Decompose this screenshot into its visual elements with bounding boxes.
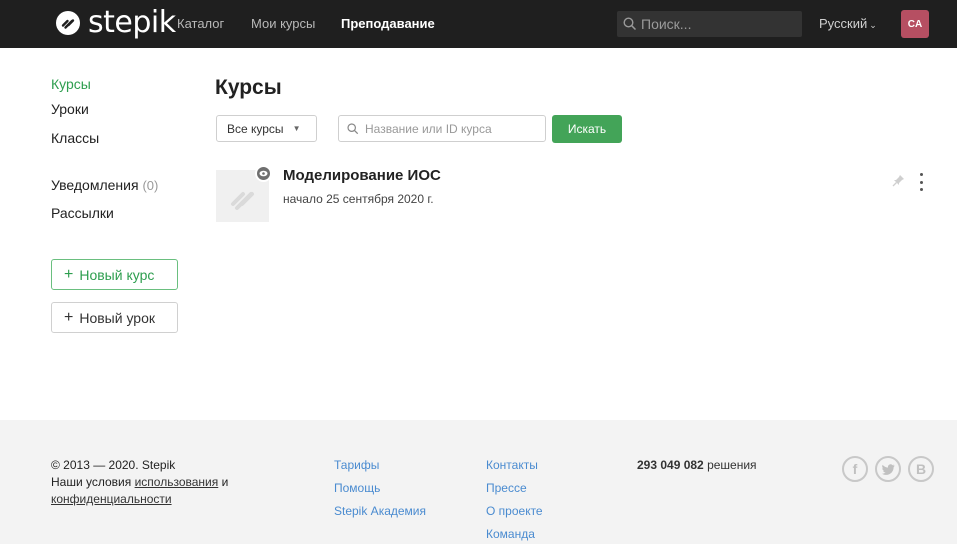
sidebar-item-mailings[interactable]: Рассылки [51, 205, 114, 221]
footer-link-pricing[interactable]: Тарифы [334, 458, 379, 472]
language-label: Русский [819, 16, 868, 31]
nav-teaching[interactable]: Преподавание [341, 16, 435, 31]
footer-link-press[interactable]: Прессе [486, 481, 527, 495]
caret-down-icon: ▼ [292, 124, 301, 133]
copyright-text: © 2013 — 2020. Stepik [51, 458, 176, 472]
top-navbar: stepik Каталог Мои курсы Преподавание По… [0, 0, 957, 48]
sidebar-item-lessons[interactable]: Уроки [51, 101, 89, 117]
course-search-input[interactable]: Название или ID курса [338, 115, 546, 142]
sidebar-item-notifications[interactable]: Уведомления (0) [51, 177, 158, 193]
filter-value: Все курсы [227, 121, 284, 136]
vk-icon[interactable]: B [908, 456, 934, 482]
stepik-logo[interactable]: stepik [55, 5, 176, 40]
facebook-icon[interactable]: f [842, 456, 868, 482]
plus-icon: + [64, 265, 74, 283]
terms-prefix: Наши условия [51, 475, 135, 489]
page-title: Курсы [215, 76, 282, 99]
solutions-label: решения [703, 458, 757, 472]
nav-my-courses[interactable]: Мои курсы [251, 16, 315, 31]
language-selector[interactable]: Русский ⌄ [819, 16, 877, 31]
search-button[interactable]: Искать [552, 115, 622, 143]
privacy-link[interactable]: конфиденциальности [51, 492, 172, 506]
logo-text: stepik [88, 5, 176, 40]
solutions-number: 293 049 082 [637, 458, 704, 472]
notifications-count: (0) [142, 178, 159, 193]
more-options-icon[interactable] [918, 173, 924, 191]
search-icon [347, 122, 359, 134]
course-search-placeholder: Название или ID курса [365, 121, 492, 136]
search-icon [623, 17, 637, 31]
eye-icon [255, 165, 272, 182]
global-search-input[interactable]: Поиск... [617, 11, 802, 37]
chevron-down-icon: ⌄ [869, 20, 877, 30]
nav-catalog[interactable]: Каталог [177, 16, 224, 31]
footer-link-team[interactable]: Команда [486, 527, 535, 541]
notifications-label: Уведомления [51, 177, 139, 193]
footer-link-about[interactable]: О проекте [486, 504, 543, 518]
course-title[interactable]: Моделирование ИОС [283, 167, 441, 184]
new-course-label: Новый курс [79, 266, 155, 283]
new-course-button[interactable]: + Новый курс [51, 259, 178, 290]
stepik-logo-icon [56, 11, 80, 35]
footer-link-contacts[interactable]: Контакты [486, 458, 538, 472]
twitter-icon[interactable] [875, 456, 901, 482]
terms-link[interactable]: использования [135, 475, 219, 489]
course-filter-select[interactable]: Все курсы ▼ [216, 115, 317, 142]
pin-icon[interactable] [892, 174, 905, 190]
new-lesson-label: Новый урок [79, 309, 155, 326]
footer-link-academy[interactable]: Stepik Академия [334, 504, 426, 518]
footer-link-help[interactable]: Помощь [334, 481, 380, 495]
sidebar-item-classes[interactable]: Классы [51, 130, 99, 146]
sidebar-item-courses[interactable]: Курсы [51, 76, 91, 92]
avatar[interactable]: CA [901, 10, 929, 38]
terms-and: и [218, 475, 229, 489]
footer-copyright-block: © 2013 — 2020. Stepik Наши условия испол… [51, 457, 228, 508]
course-date: начало 25 сентября 2020 г. [283, 192, 434, 206]
new-lesson-button[interactable]: + Новый урок [51, 302, 178, 333]
search-placeholder: Поиск... [641, 16, 692, 32]
solutions-counter: 293 049 082 решения [637, 458, 757, 472]
plus-icon: + [64, 308, 74, 326]
